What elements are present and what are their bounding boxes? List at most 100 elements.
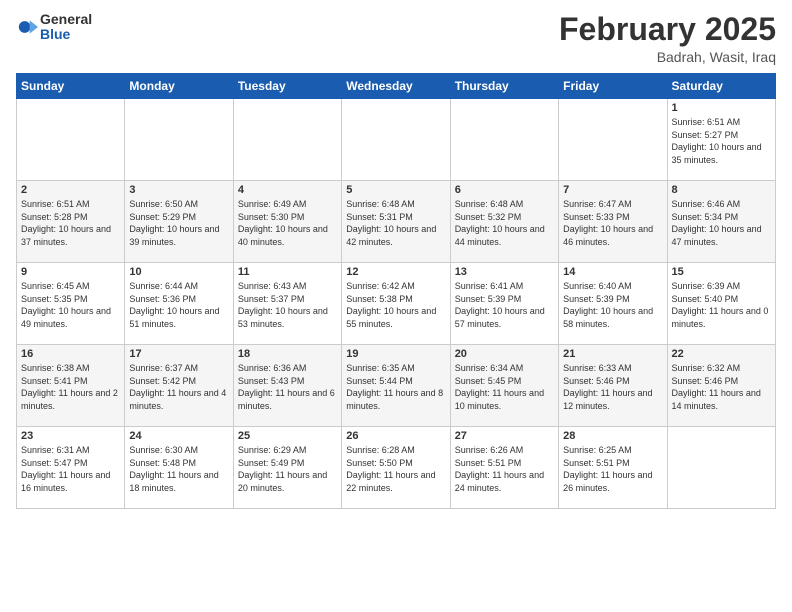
page: General Blue February 2025 Badrah, Wasit… xyxy=(0,0,792,612)
calendar-cell: 15 Sunrise: 6:39 AM Sunset: 5:40 PM Dayli… xyxy=(667,263,775,345)
col-friday: Friday xyxy=(559,74,667,99)
calendar-cell: 18 Sunrise: 6:36 AM Sunset: 5:43 PM Dayli… xyxy=(233,345,341,427)
calendar-cell: 3 Sunrise: 6:50 AM Sunset: 5:29 PM Daylig… xyxy=(125,181,233,263)
logo-blue: Blue xyxy=(40,27,92,42)
day-number: 14 xyxy=(563,266,662,278)
calendar-week-4: 16 Sunrise: 6:38 AM Sunset: 5:41 PM Dayli… xyxy=(17,345,776,427)
day-number: 15 xyxy=(672,266,771,278)
day-number: 8 xyxy=(672,184,771,196)
calendar-cell: 1 Sunrise: 6:51 AM Sunset: 5:27 PM Daylig… xyxy=(667,99,775,181)
day-number: 23 xyxy=(21,430,120,442)
day-number: 1 xyxy=(672,102,771,114)
title-block: February 2025 Badrah, Wasit, Iraq xyxy=(559,12,776,65)
day-number: 3 xyxy=(129,184,228,196)
col-wednesday: Wednesday xyxy=(342,74,450,99)
day-info: Sunrise: 6:43 AM Sunset: 5:37 PM Dayligh… xyxy=(238,280,337,330)
day-number: 6 xyxy=(455,184,554,196)
calendar-week-2: 2Sunrise: 6:51 AM Sunset: 5:28 PM Daylig… xyxy=(17,181,776,263)
day-info: Sunrise: 6:34 AM Sunset: 5:45 PM Dayligh… xyxy=(455,362,554,412)
col-sunday: Sunday xyxy=(17,74,125,99)
day-number: 7 xyxy=(563,184,662,196)
calendar-cell: 7 Sunrise: 6:47 AM Sunset: 5:33 PM Daylig… xyxy=(559,181,667,263)
day-info: Sunrise: 6:33 AM Sunset: 5:46 PM Dayligh… xyxy=(563,362,662,412)
day-number: 2 xyxy=(21,184,120,196)
day-number: 21 xyxy=(563,348,662,360)
calendar-cell xyxy=(233,99,341,181)
header: General Blue February 2025 Badrah, Wasit… xyxy=(16,12,776,65)
calendar-header-row: Sunday Monday Tuesday Wednesday Thursday… xyxy=(17,74,776,99)
day-info: Sunrise: 6:25 AM Sunset: 5:51 PM Dayligh… xyxy=(563,444,662,494)
calendar-cell xyxy=(17,99,125,181)
day-info: Sunrise: 6:32 AM Sunset: 5:46 PM Dayligh… xyxy=(672,362,771,412)
calendar-cell xyxy=(559,99,667,181)
calendar-cell: 9 Sunrise: 6:45 AM Sunset: 5:35 PM Daylig… xyxy=(17,263,125,345)
day-number: 11 xyxy=(238,266,337,278)
calendar-cell: 4 Sunrise: 6:49 AM Sunset: 5:30 PM Daylig… xyxy=(233,181,341,263)
calendar-cell: 17 Sunrise: 6:37 AM Sunset: 5:42 PM Dayli… xyxy=(125,345,233,427)
day-info: Sunrise: 6:42 AM Sunset: 5:38 PM Dayligh… xyxy=(346,280,445,330)
day-number: 16 xyxy=(21,348,120,360)
calendar: Sunday Monday Tuesday Wednesday Thursday… xyxy=(16,73,776,509)
day-info: Sunrise: 6:28 AM Sunset: 5:50 PM Dayligh… xyxy=(346,444,445,494)
day-number: 9 xyxy=(21,266,120,278)
day-info: Sunrise: 6:50 AM Sunset: 5:29 PM Dayligh… xyxy=(129,198,228,248)
col-thursday: Thursday xyxy=(450,74,558,99)
calendar-cell xyxy=(342,99,450,181)
day-number: 25 xyxy=(238,430,337,442)
calendar-cell: 12 Sunrise: 6:42 AM Sunset: 5:38 PM Dayli… xyxy=(342,263,450,345)
calendar-cell: 23Sunrise: 6:31 AM Sunset: 5:47 PM Dayli… xyxy=(17,427,125,509)
calendar-cell: 11 Sunrise: 6:43 AM Sunset: 5:37 PM Dayli… xyxy=(233,263,341,345)
day-number: 4 xyxy=(238,184,337,196)
day-number: 18 xyxy=(238,348,337,360)
calendar-cell: 16 Sunrise: 6:38 AM Sunset: 5:41 PM Dayli… xyxy=(17,345,125,427)
calendar-cell: 24 Sunrise: 6:30 AM Sunset: 5:48 PM Dayli… xyxy=(125,427,233,509)
calendar-cell: 27Sunrise: 6:26 AM Sunset: 5:51 PM Dayli… xyxy=(450,427,558,509)
logo-icon xyxy=(18,17,38,37)
day-number: 27 xyxy=(455,430,554,442)
day-info: Sunrise: 6:38 AM Sunset: 5:41 PM Dayligh… xyxy=(21,362,120,412)
day-info: Sunrise: 6:30 AM Sunset: 5:48 PM Dayligh… xyxy=(129,444,228,494)
calendar-cell: 22 Sunrise: 6:32 AM Sunset: 5:46 PM Dayli… xyxy=(667,345,775,427)
calendar-week-1: 1 Sunrise: 6:51 AM Sunset: 5:27 PM Daylig… xyxy=(17,99,776,181)
col-saturday: Saturday xyxy=(667,74,775,99)
day-info: Sunrise: 6:36 AM Sunset: 5:43 PM Dayligh… xyxy=(238,362,337,412)
calendar-cell: 13 Sunrise: 6:41 AM Sunset: 5:39 PM Dayli… xyxy=(450,263,558,345)
day-info: Sunrise: 6:41 AM Sunset: 5:39 PM Dayligh… xyxy=(455,280,554,330)
calendar-week-5: 23Sunrise: 6:31 AM Sunset: 5:47 PM Dayli… xyxy=(17,427,776,509)
calendar-cell: 19 Sunrise: 6:35 AM Sunset: 5:44 PM Dayli… xyxy=(342,345,450,427)
col-tuesday: Tuesday xyxy=(233,74,341,99)
day-info: Sunrise: 6:35 AM Sunset: 5:44 PM Dayligh… xyxy=(346,362,445,412)
calendar-cell: 2Sunrise: 6:51 AM Sunset: 5:28 PM Daylig… xyxy=(17,181,125,263)
day-number: 17 xyxy=(129,348,228,360)
month-title: February 2025 xyxy=(559,12,776,47)
day-info: Sunrise: 6:45 AM Sunset: 5:35 PM Dayligh… xyxy=(21,280,120,330)
day-number: 24 xyxy=(129,430,228,442)
day-number: 26 xyxy=(346,430,445,442)
day-number: 13 xyxy=(455,266,554,278)
day-number: 22 xyxy=(672,348,771,360)
day-number: 10 xyxy=(129,266,228,278)
calendar-cell: 25Sunrise: 6:29 AM Sunset: 5:49 PM Dayli… xyxy=(233,427,341,509)
day-number: 12 xyxy=(346,266,445,278)
calendar-week-3: 9 Sunrise: 6:45 AM Sunset: 5:35 PM Daylig… xyxy=(17,263,776,345)
day-info: Sunrise: 6:48 AM Sunset: 5:32 PM Dayligh… xyxy=(455,198,554,248)
day-info: Sunrise: 6:51 AM Sunset: 5:27 PM Dayligh… xyxy=(672,116,771,166)
day-info: Sunrise: 6:46 AM Sunset: 5:34 PM Dayligh… xyxy=(672,198,771,248)
logo-general: General xyxy=(40,12,92,27)
calendar-cell: 6 Sunrise: 6:48 AM Sunset: 5:32 PM Daylig… xyxy=(450,181,558,263)
col-monday: Monday xyxy=(125,74,233,99)
calendar-cell: 14 Sunrise: 6:40 AM Sunset: 5:39 PM Dayli… xyxy=(559,263,667,345)
day-info: Sunrise: 6:37 AM Sunset: 5:42 PM Dayligh… xyxy=(129,362,228,412)
calendar-cell xyxy=(450,99,558,181)
calendar-cell xyxy=(125,99,233,181)
day-info: Sunrise: 6:39 AM Sunset: 5:40 PM Dayligh… xyxy=(672,280,771,330)
location: Badrah, Wasit, Iraq xyxy=(559,49,776,65)
calendar-cell: 20Sunrise: 6:34 AM Sunset: 5:45 PM Dayli… xyxy=(450,345,558,427)
calendar-cell: 28Sunrise: 6:25 AM Sunset: 5:51 PM Dayli… xyxy=(559,427,667,509)
day-number: 19 xyxy=(346,348,445,360)
calendar-cell xyxy=(667,427,775,509)
day-info: Sunrise: 6:47 AM Sunset: 5:33 PM Dayligh… xyxy=(563,198,662,248)
day-info: Sunrise: 6:44 AM Sunset: 5:36 PM Dayligh… xyxy=(129,280,228,330)
day-info: Sunrise: 6:49 AM Sunset: 5:30 PM Dayligh… xyxy=(238,198,337,248)
day-info: Sunrise: 6:40 AM Sunset: 5:39 PM Dayligh… xyxy=(563,280,662,330)
